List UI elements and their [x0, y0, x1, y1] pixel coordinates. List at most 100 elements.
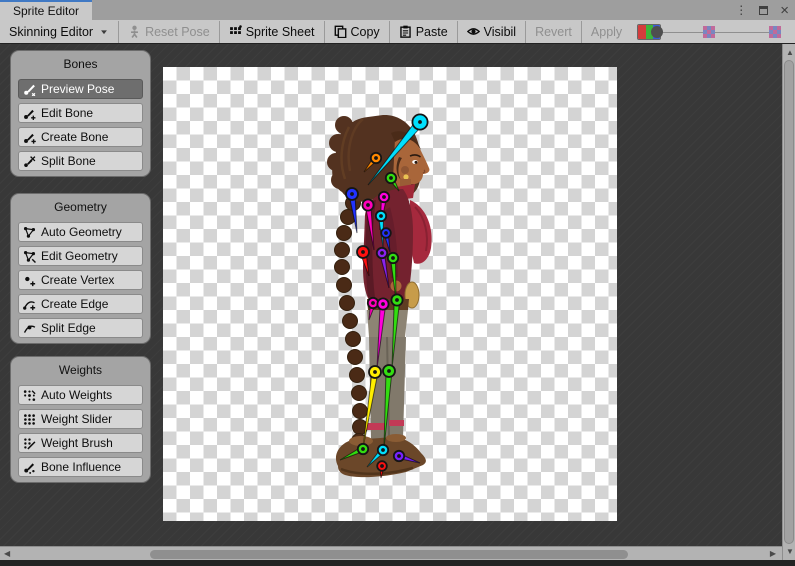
scroll-left-icon[interactable]: ◀	[4, 550, 10, 558]
button-label: Preview Pose	[41, 82, 114, 96]
braid-segment	[350, 368, 365, 383]
maximize-icon[interactable]	[759, 6, 768, 15]
bone-split-icon	[23, 155, 36, 168]
bone-joint-center	[350, 192, 354, 196]
vertical-scrollbar[interactable]: ▲ ▼	[782, 44, 795, 560]
braid-segment	[335, 243, 350, 258]
weight-slider-button[interactable]: Weight Slider	[18, 409, 143, 429]
bone-joint-center	[391, 256, 395, 260]
braid-segment	[335, 260, 350, 275]
chevron-down-icon	[99, 27, 109, 37]
copy-button[interactable]: Copy	[325, 20, 389, 43]
sprite-editor-window: Sprite Editor ⋮ × Skinning Editor Reset …	[0, 0, 795, 566]
reset-pose-label: Reset Pose	[145, 25, 210, 39]
create-edge-button[interactable]: Create Edge	[18, 294, 143, 314]
button-label: Weight Brush	[41, 436, 113, 450]
create-vertex-button[interactable]: Create Vertex	[18, 270, 143, 290]
edit-geometry-button[interactable]: Edit Geometry	[18, 246, 143, 266]
horizontal-scrollbar-thumb[interactable]	[150, 550, 628, 559]
tab-sprite-editor[interactable]: Sprite Editor	[0, 0, 92, 20]
panel-title-bones: Bones	[11, 54, 150, 75]
weight-brush-button[interactable]: Weight Brush	[18, 433, 143, 453]
braid-segment	[352, 386, 367, 401]
button-label: Edit Geometry	[41, 249, 118, 263]
skinning-editor-dropdown[interactable]: Skinning Editor	[0, 20, 118, 43]
split-bone-button[interactable]: Split Bone	[18, 151, 143, 171]
panel-geometry: Geometry Auto Geometry Edit Geometry Create…	[10, 193, 151, 344]
bone-joint-center	[361, 447, 365, 451]
bone-influence-button[interactable]: Bone Influence	[18, 457, 143, 477]
weights-auto-icon	[23, 389, 36, 402]
rgb-stripe	[638, 25, 645, 39]
panel-weights: Weights Auto Weights Weight Slider Weight B…	[10, 356, 151, 483]
bone-influence-icon	[23, 461, 36, 474]
paste-icon	[399, 25, 412, 38]
panel-title-geometry: Geometry	[11, 197, 150, 218]
reset-pose-button[interactable]: Reset Pose	[119, 20, 219, 43]
zoom-slider-track[interactable]	[651, 32, 781, 34]
paste-label: Paste	[416, 25, 448, 39]
bone-joint-center	[381, 448, 385, 452]
bone-joint-center	[361, 250, 365, 254]
alpha-checker-icon	[703, 26, 715, 38]
bone-joint-center	[395, 298, 399, 302]
braid-segment	[340, 296, 355, 311]
zoom-slider	[651, 20, 781, 44]
kebab-menu-icon[interactable]: ⋮	[735, 4, 747, 16]
skinning-editor-label: Skinning Editor	[9, 25, 93, 39]
reset-pose-icon	[128, 25, 141, 38]
scroll-up-icon[interactable]: ▲	[786, 49, 794, 57]
braid-segment	[353, 404, 368, 419]
tab-bar: Sprite Editor ⋮ ×	[0, 0, 795, 20]
button-label: Split Edge	[41, 321, 96, 335]
button-label: Split Bone	[41, 154, 96, 168]
scroll-down-icon[interactable]: ▼	[786, 548, 794, 556]
sprite-canvas[interactable]	[163, 67, 617, 521]
sprite-sheet-button[interactable]: Sprite Sheet	[220, 20, 324, 43]
visibility-label: Visibil	[484, 25, 516, 39]
panel-title-weights: Weights	[11, 360, 150, 381]
auto-weights-button[interactable]: Auto Weights	[18, 385, 143, 405]
vertex-create-icon	[23, 274, 36, 287]
bone-edit-icon	[23, 107, 36, 120]
braid-segment	[346, 332, 361, 347]
bone-joint-center	[418, 120, 422, 124]
close-icon[interactable]: ×	[780, 3, 789, 18]
scroll-right-icon[interactable]: ▶	[770, 550, 776, 558]
bone-joint-center	[373, 370, 377, 374]
bone-joint-center	[384, 231, 388, 235]
button-label: Auto Weights	[41, 388, 112, 402]
eye-icon	[467, 25, 480, 38]
weight-slider-icon	[23, 413, 36, 426]
window-controls: ⋮ ×	[735, 0, 789, 20]
split-edge-button[interactable]: Split Edge	[18, 318, 143, 338]
apply-button[interactable]: Apply	[582, 20, 631, 43]
sprite-and-bones	[163, 67, 617, 521]
button-label: Weight Slider	[41, 412, 112, 426]
zoom-slider-handle[interactable]	[651, 26, 663, 38]
button-label: Create Edge	[41, 297, 108, 311]
bone-joint-center	[374, 156, 378, 160]
bone-joint-center	[389, 176, 393, 180]
auto-geometry-button[interactable]: Auto Geometry	[18, 222, 143, 242]
alpha-checker-icon	[769, 26, 781, 38]
horizontal-scrollbar[interactable]: ◀ ▶	[0, 546, 782, 560]
edge-create-icon	[23, 298, 36, 311]
geometry-auto-icon	[23, 226, 36, 239]
edit-bone-button[interactable]: Edit Bone	[18, 103, 143, 123]
bone-joint-center	[371, 301, 375, 305]
weight-brush-icon	[23, 437, 36, 450]
button-label: Edit Bone	[41, 106, 93, 120]
braid-segment	[337, 278, 352, 293]
bone-preview-icon	[23, 83, 36, 96]
revert-button[interactable]: Revert	[526, 20, 581, 43]
create-bone-button[interactable]: Create Bone	[18, 127, 143, 147]
visibility-button[interactable]: Visibil	[458, 20, 525, 43]
vertical-scrollbar-thumb[interactable]	[784, 60, 794, 544]
tab-title: Sprite Editor	[13, 4, 79, 18]
bone-joint-center	[382, 195, 386, 199]
panel-bones: Bones Preview Pose Edit Bone Create Bone Spl…	[10, 50, 151, 177]
preview-pose-button[interactable]: Preview Pose	[18, 79, 143, 99]
window-bottom-edge	[0, 560, 795, 566]
paste-button[interactable]: Paste	[390, 20, 457, 43]
